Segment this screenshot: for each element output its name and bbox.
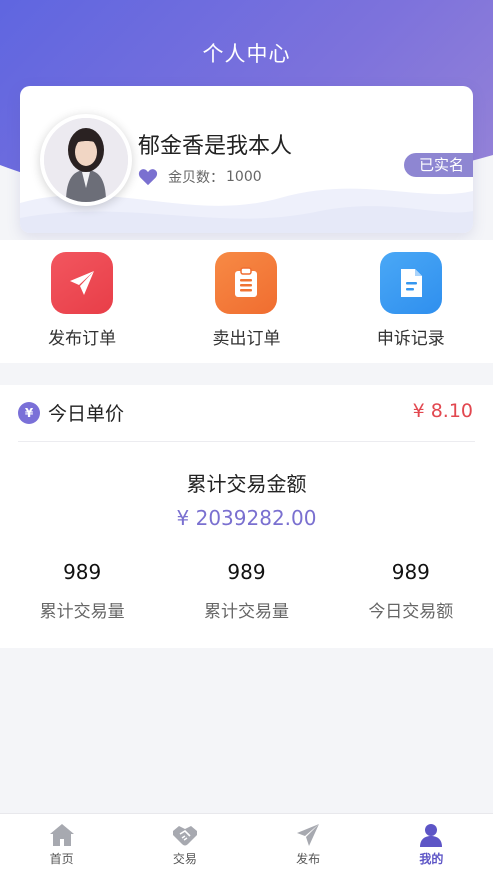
publish-order-button[interactable]: 发布订单 (0, 240, 164, 363)
tab-trade[interactable]: 交易 (123, 814, 246, 880)
appeal-record-button[interactable]: 申诉记录 (329, 240, 493, 363)
metric-label: 今日交易额 (368, 602, 454, 622)
coins-value: 1000 (226, 169, 262, 185)
metric-item: 989 累计交易量 (0, 560, 164, 622)
handshake-icon (172, 826, 197, 846)
quick-actions: 发布订单 卖出订单 申诉记录 (0, 240, 493, 363)
daily-price-label: 今日单价 (48, 403, 125, 425)
user-icon (420, 824, 443, 847)
bottom-tab-bar: 首页 交易 发布 我的 (0, 813, 493, 880)
tab-mine-label: 我的 (419, 852, 444, 866)
profile-card[interactable]: 郁金香是我本人 金贝数： 1000 已实名 (20, 86, 473, 233)
publish-order-label: 发布订单 (48, 329, 117, 349)
paper-plane-icon (70, 271, 95, 295)
trading-stats-panel: ¥ 今日单价 ¥ 8.10 累计交易金额 ¥ 2039282.00 989 累计… (0, 385, 493, 648)
daily-price-row: ¥ 今日单价 ¥ 8.10 (0, 385, 493, 441)
sell-order-label: 卖出订单 (212, 329, 281, 349)
verified-badge: 已实名 (403, 153, 473, 177)
tab-publish-label: 发布 (296, 852, 321, 866)
sell-order-button[interactable]: 卖出订单 (164, 240, 328, 363)
coins-row: 金贝数： 1000 (138, 167, 262, 187)
appeal-record-icon-tile (379, 252, 442, 314)
yen-icon: ¥ (18, 402, 40, 424)
metric-value: 989 (391, 560, 430, 584)
metric-label: 累计交易量 (39, 602, 125, 622)
document-icon (400, 269, 422, 297)
daily-price-value: ¥ 8.10 (412, 400, 473, 422)
send-icon (297, 824, 320, 846)
tab-home-label: 首页 (49, 852, 74, 866)
total-amount-value: ¥ 2039282.00 (176, 506, 317, 530)
metrics-row: 989 累计交易量 989 累计交易量 989 今日交易额 (0, 560, 493, 622)
heart-icon (138, 169, 158, 186)
avatar[interactable] (40, 114, 132, 206)
metric-label: 累计交易量 (203, 602, 289, 622)
user-name: 郁金香是我本人 (138, 134, 293, 159)
tab-home[interactable]: 首页 (0, 814, 123, 880)
coins-label: 金贝数： (168, 170, 224, 186)
metric-item: 989 今日交易额 (329, 560, 493, 622)
total-amount-label: 累计交易金额 (186, 472, 307, 496)
clipboard-icon (235, 267, 258, 297)
metric-item: 989 累计交易量 (164, 560, 328, 622)
tab-publish[interactable]: 发布 (247, 814, 370, 880)
divider (18, 441, 475, 442)
metric-value: 989 (63, 560, 102, 584)
page-title: 个人中心 (202, 42, 291, 66)
appeal-record-label: 申诉记录 (376, 329, 445, 349)
tab-mine[interactable]: 我的 (370, 814, 493, 880)
tab-trade-label: 交易 (172, 852, 197, 866)
publish-order-icon-tile (51, 252, 114, 314)
home-icon (49, 824, 74, 846)
sell-order-icon-tile (215, 252, 278, 314)
metric-value: 989 (227, 560, 266, 584)
